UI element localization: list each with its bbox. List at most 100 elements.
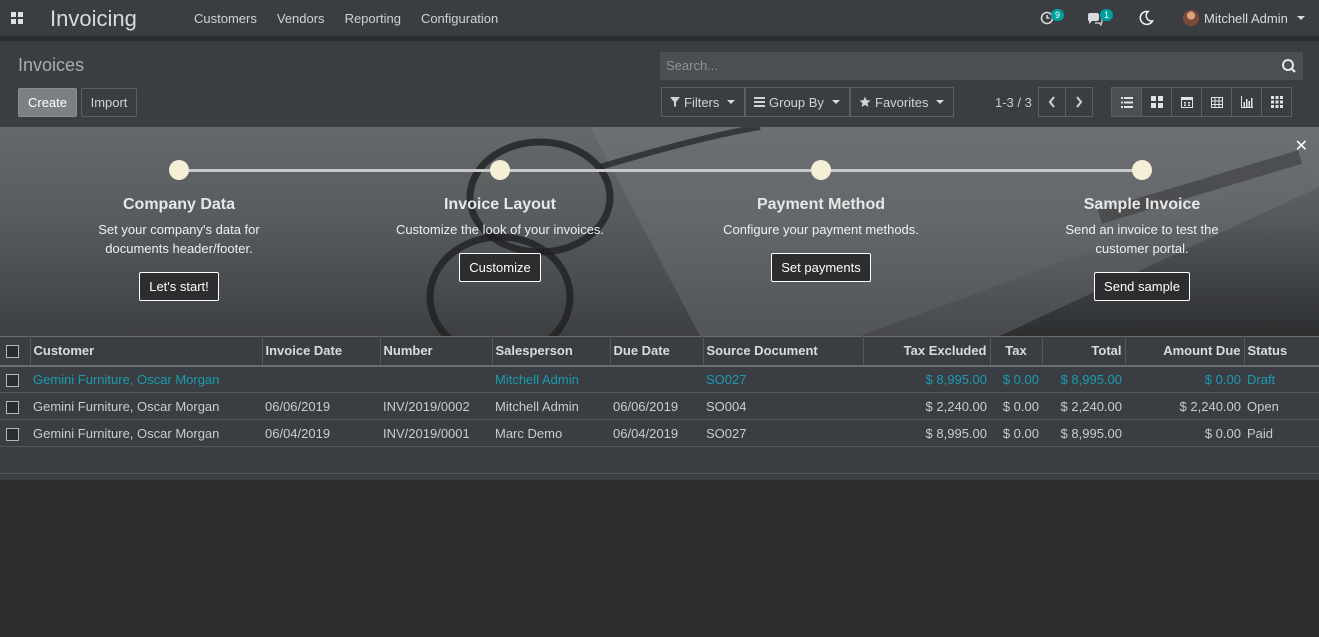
calendar-view-button[interactable] xyxy=(1171,87,1202,117)
select-all-cell xyxy=(0,336,31,367)
cell-tax: $ 0.00 xyxy=(990,392,1042,420)
message-count-badge: 1 xyxy=(1100,9,1114,21)
table-row[interactable]: Gemini Furniture, Oscar Morgan 06/06/201… xyxy=(0,392,1319,420)
step-invoice-layout: Invoice Layout Customize the look of you… xyxy=(355,160,645,282)
send-sample-button[interactable]: Send sample xyxy=(1094,272,1190,301)
step-sample-invoice: Sample Invoice Send an invoice to test t… xyxy=(997,160,1287,301)
pager-next-button[interactable] xyxy=(1065,87,1093,117)
column-header-due-date[interactable]: Due Date xyxy=(610,336,704,367)
row-checkbox[interactable] xyxy=(6,400,19,414)
row-checkbox-cell xyxy=(0,365,30,393)
list-view-button[interactable] xyxy=(1111,87,1142,117)
user-menu[interactable]: Mitchell Admin xyxy=(1183,10,1305,26)
column-header-amount-due[interactable]: Amount Due xyxy=(1125,336,1245,367)
favorites-button[interactable]: Favorites xyxy=(850,87,954,117)
cell-amount-due: $ 2,240.00 xyxy=(1125,392,1244,420)
step-dot xyxy=(490,160,510,180)
cell-status: Paid xyxy=(1244,419,1319,447)
step-title: Sample Invoice xyxy=(1083,196,1201,213)
step-description: Send an invoice to test the customer por… xyxy=(1065,222,1219,256)
import-button[interactable]: Import xyxy=(81,88,137,117)
close-icon[interactable]: ✕ xyxy=(1295,136,1308,156)
select-all-checkbox[interactable] xyxy=(6,345,19,359)
cell-customer: Gemini Furniture, Oscar Morgan xyxy=(30,392,262,420)
cell-number xyxy=(380,365,492,393)
cell-source-document: SO027 xyxy=(703,365,863,393)
cell-salesperson: Mitchell Admin xyxy=(492,365,610,393)
cell-tax: $ 0.00 xyxy=(990,365,1042,393)
activity-count-badge: 9 xyxy=(1051,9,1065,21)
group-by-button[interactable]: Group By xyxy=(745,87,850,117)
step-dot xyxy=(811,160,831,180)
table-row[interactable]: Gemini Furniture, Oscar Morgan Mitchell … xyxy=(0,365,1319,393)
search-icon[interactable] xyxy=(1281,58,1297,74)
table-footer-row xyxy=(0,447,1319,474)
step-description: Configure your payment methods. xyxy=(723,222,919,237)
pivot-view-button[interactable] xyxy=(1201,87,1232,117)
pager-value[interactable]: 1-3 / 3 xyxy=(995,95,1032,110)
kanban-view-button[interactable] xyxy=(1141,87,1172,117)
cell-tax-excluded: $ 8,995.00 xyxy=(863,419,990,447)
cell-tax: $ 0.00 xyxy=(990,419,1042,447)
cell-amount-due: $ 0.00 xyxy=(1125,365,1244,393)
avatar xyxy=(1183,10,1199,26)
apps-menu-icon[interactable] xyxy=(11,12,24,25)
cell-customer: Gemini Furniture, Oscar Morgan xyxy=(30,365,262,393)
column-header-invoice-date[interactable]: Invoice Date xyxy=(262,336,381,367)
bar-chart-icon xyxy=(1240,96,1253,108)
column-header-number[interactable]: Number xyxy=(380,336,493,367)
cell-invoice-date: 06/06/2019 xyxy=(262,392,380,420)
user-name: Mitchell Admin xyxy=(1204,10,1288,26)
onboarding-banner: ✕ Company Data Set your company's data f… xyxy=(0,127,1319,336)
view-switcher xyxy=(1111,87,1292,117)
cell-number: INV/2019/0002 xyxy=(380,392,492,420)
step-title: Invoice Layout xyxy=(443,196,557,213)
row-checkbox-cell xyxy=(0,392,30,420)
bars-icon xyxy=(754,97,765,107)
search-input[interactable] xyxy=(666,58,1266,73)
step-title: Company Data xyxy=(122,196,236,213)
grid-view-button[interactable] xyxy=(1261,87,1292,117)
column-header-tax[interactable]: Tax xyxy=(990,336,1043,367)
filters-button[interactable]: Filters xyxy=(661,87,745,117)
pager-previous-button[interactable] xyxy=(1038,87,1066,117)
menu-item-reporting[interactable]: Reporting xyxy=(345,11,401,26)
table-row[interactable]: Gemini Furniture, Oscar Morgan 06/04/201… xyxy=(0,419,1319,447)
moon-icon xyxy=(1139,10,1154,26)
column-header-customer[interactable]: Customer xyxy=(30,336,263,367)
lets-start-button[interactable]: Let's start! xyxy=(139,272,219,301)
create-button[interactable]: Create xyxy=(18,88,77,117)
filter-icon xyxy=(670,97,680,107)
step-title: Payment Method xyxy=(756,196,885,213)
caret-down-icon xyxy=(936,100,945,104)
group-by-label: Group By xyxy=(769,94,824,110)
cell-salesperson: Marc Demo xyxy=(492,419,610,447)
cell-status: Open xyxy=(1244,392,1319,420)
customize-button[interactable]: Customize xyxy=(459,253,541,282)
calendar-icon xyxy=(1180,97,1193,108)
set-payments-button[interactable]: Set payments xyxy=(771,253,871,282)
cell-total: $ 8,995.00 xyxy=(1042,419,1125,447)
chevron-right-icon xyxy=(1076,96,1083,108)
menu-item-configuration[interactable]: Configuration xyxy=(421,11,498,26)
caret-down-icon xyxy=(727,100,736,104)
column-header-total[interactable]: Total xyxy=(1042,336,1126,367)
column-header-status[interactable]: Status xyxy=(1244,336,1319,367)
menu-item-customers[interactable]: Customers xyxy=(194,11,257,26)
column-header-source-document[interactable]: Source Document xyxy=(703,336,864,367)
step-company-data: Company Data Set your company's data for… xyxy=(34,160,324,301)
star-icon xyxy=(859,96,871,107)
cell-due-date: 06/04/2019 xyxy=(610,419,703,447)
cell-customer: Gemini Furniture, Oscar Morgan xyxy=(30,419,262,447)
graph-view-button[interactable] xyxy=(1231,87,1262,117)
row-checkbox[interactable] xyxy=(6,373,19,387)
breadcrumb: Invoices xyxy=(18,55,85,75)
table-bottom-edge xyxy=(0,474,1319,480)
step-dot xyxy=(1132,160,1152,180)
main-menu: Customers Vendors Reporting Configuratio… xyxy=(194,11,518,26)
column-header-tax-excluded[interactable]: Tax Excluded xyxy=(863,336,991,367)
list-icon xyxy=(1120,96,1133,108)
column-header-salesperson[interactable]: Salesperson xyxy=(492,336,611,367)
row-checkbox[interactable] xyxy=(6,427,19,441)
menu-item-vendors[interactable]: Vendors xyxy=(277,11,325,26)
